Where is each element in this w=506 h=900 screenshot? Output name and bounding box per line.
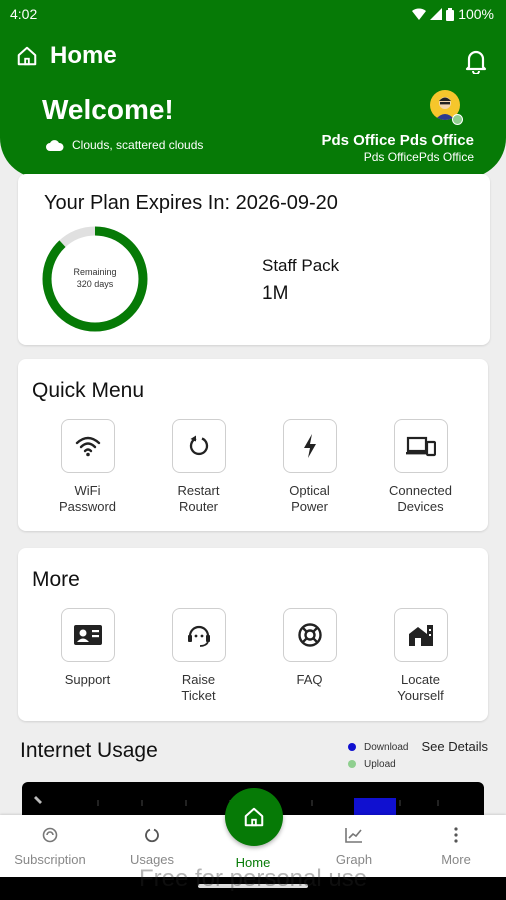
home-location-icon: [408, 625, 433, 646]
nav-subscription[interactable]: Subscription: [0, 827, 100, 867]
contact-card-icon: [73, 625, 102, 645]
signal-icon: [430, 8, 443, 20]
plan-expiry: Your Plan Expires In: 2026-09-20: [44, 192, 338, 214]
optical-label-2: Power: [291, 499, 328, 514]
locate-yourself-button[interactable]: Locate Yourself: [365, 608, 476, 704]
pack-speed: 1M: [262, 283, 289, 304]
devices-label-2: Devices: [397, 499, 444, 514]
quick-menu-card: Quick Menu WiFi Password Restart Router Op…: [18, 359, 488, 531]
lifebuoy-icon: [297, 623, 322, 647]
support-agent-icon: [187, 625, 210, 647]
wifi-password-button[interactable]: WiFi Password: [32, 419, 143, 515]
cloud-icon: [46, 139, 64, 151]
restart-router-button[interactable]: Restart Router: [143, 419, 254, 515]
restart-icon: [189, 435, 208, 455]
see-details-link[interactable]: See Details: [422, 739, 488, 754]
ticket-label-1: Raise: [181, 672, 216, 687]
ticket-label-2: Ticket: [181, 688, 216, 703]
faq-button[interactable]: FAQ: [254, 608, 365, 704]
remaining-text: Remaining 320 days: [40, 266, 150, 290]
devices-label-1: Connected: [389, 483, 452, 498]
notifications-button[interactable]: [464, 48, 488, 79]
online-status-dot: [452, 114, 463, 125]
more-card: More Support Raise Ticket FAQ Locate Yours…: [18, 548, 488, 721]
more-vert-icon: [454, 827, 458, 843]
header: Home Welcome! Clouds, scattered clouds P…: [0, 28, 506, 178]
faq-label: FAQ: [296, 672, 323, 687]
wifi-label-1: WiFi: [74, 483, 101, 498]
support-label: Support: [64, 672, 111, 687]
wifi-label-2: Password: [58, 499, 117, 514]
page-title: Home: [50, 42, 117, 69]
usages-icon: [145, 828, 159, 843]
nav-graph[interactable]: Graph: [304, 827, 404, 867]
upload-legend-dot: [348, 760, 356, 769]
user-subtitle: Pds OfficePds Office: [363, 150, 474, 164]
locate-label-2: Yourself: [397, 688, 444, 703]
watermark: Free for personal use: [138, 865, 368, 892]
home-fab-button[interactable]: [225, 788, 283, 846]
welcome-heading: Welcome!: [42, 94, 174, 125]
graph-tool-icon: [34, 796, 42, 804]
subscription-icon: [42, 827, 58, 843]
optical-power-button[interactable]: Optical Power: [254, 419, 365, 515]
weather-text: Clouds, scattered clouds: [72, 138, 204, 152]
locate-label-1: Locate: [400, 672, 441, 687]
support-button[interactable]: Support: [32, 608, 143, 704]
pack-name: Staff Pack: [262, 256, 340, 275]
wifi-status-icon: [412, 8, 427, 20]
bell-icon: [465, 50, 487, 75]
connected-devices-button[interactable]: Connected Devices: [365, 419, 476, 515]
devices-icon: [405, 436, 436, 457]
plan-card[interactable]: Your Plan Expires In: 2026-09-20 Remaini…: [18, 174, 490, 345]
remaining-days: 320 days: [76, 279, 114, 289]
user-name: Pds Office Pds Office: [321, 132, 474, 149]
wifi-icon: [75, 436, 100, 457]
weather-info: Clouds, scattered clouds: [46, 138, 203, 152]
restart-label-1: Restart: [177, 483, 220, 498]
home-fab-icon: [244, 807, 264, 827]
usage-legend: Download Upload: [348, 739, 408, 773]
upload-legend-label: Upload: [364, 759, 396, 770]
download-legend-dot: [348, 743, 356, 752]
raise-ticket-button[interactable]: Raise Ticket: [143, 608, 254, 704]
internet-usage-title: Internet Usage: [20, 739, 158, 762]
battery-icon: [446, 7, 455, 21]
nav-more[interactable]: More: [406, 827, 506, 867]
download-legend-label: Download: [364, 742, 409, 753]
graph-icon: [345, 828, 362, 843]
bolt-icon: [303, 434, 316, 458]
nav-usages[interactable]: Usages: [102, 827, 202, 867]
remaining-label: Remaining: [73, 267, 117, 277]
optical-label-1: Optical: [289, 483, 330, 498]
battery-level: 100%: [458, 6, 494, 22]
home-icon: [17, 46, 37, 66]
quick-menu-title: Quick Menu: [32, 379, 145, 402]
status-time: 4:02: [10, 6, 38, 22]
restart-label-2: Router: [178, 499, 219, 514]
more-title: More: [32, 568, 80, 591]
status-bar: 4:02 100%: [0, 0, 506, 28]
